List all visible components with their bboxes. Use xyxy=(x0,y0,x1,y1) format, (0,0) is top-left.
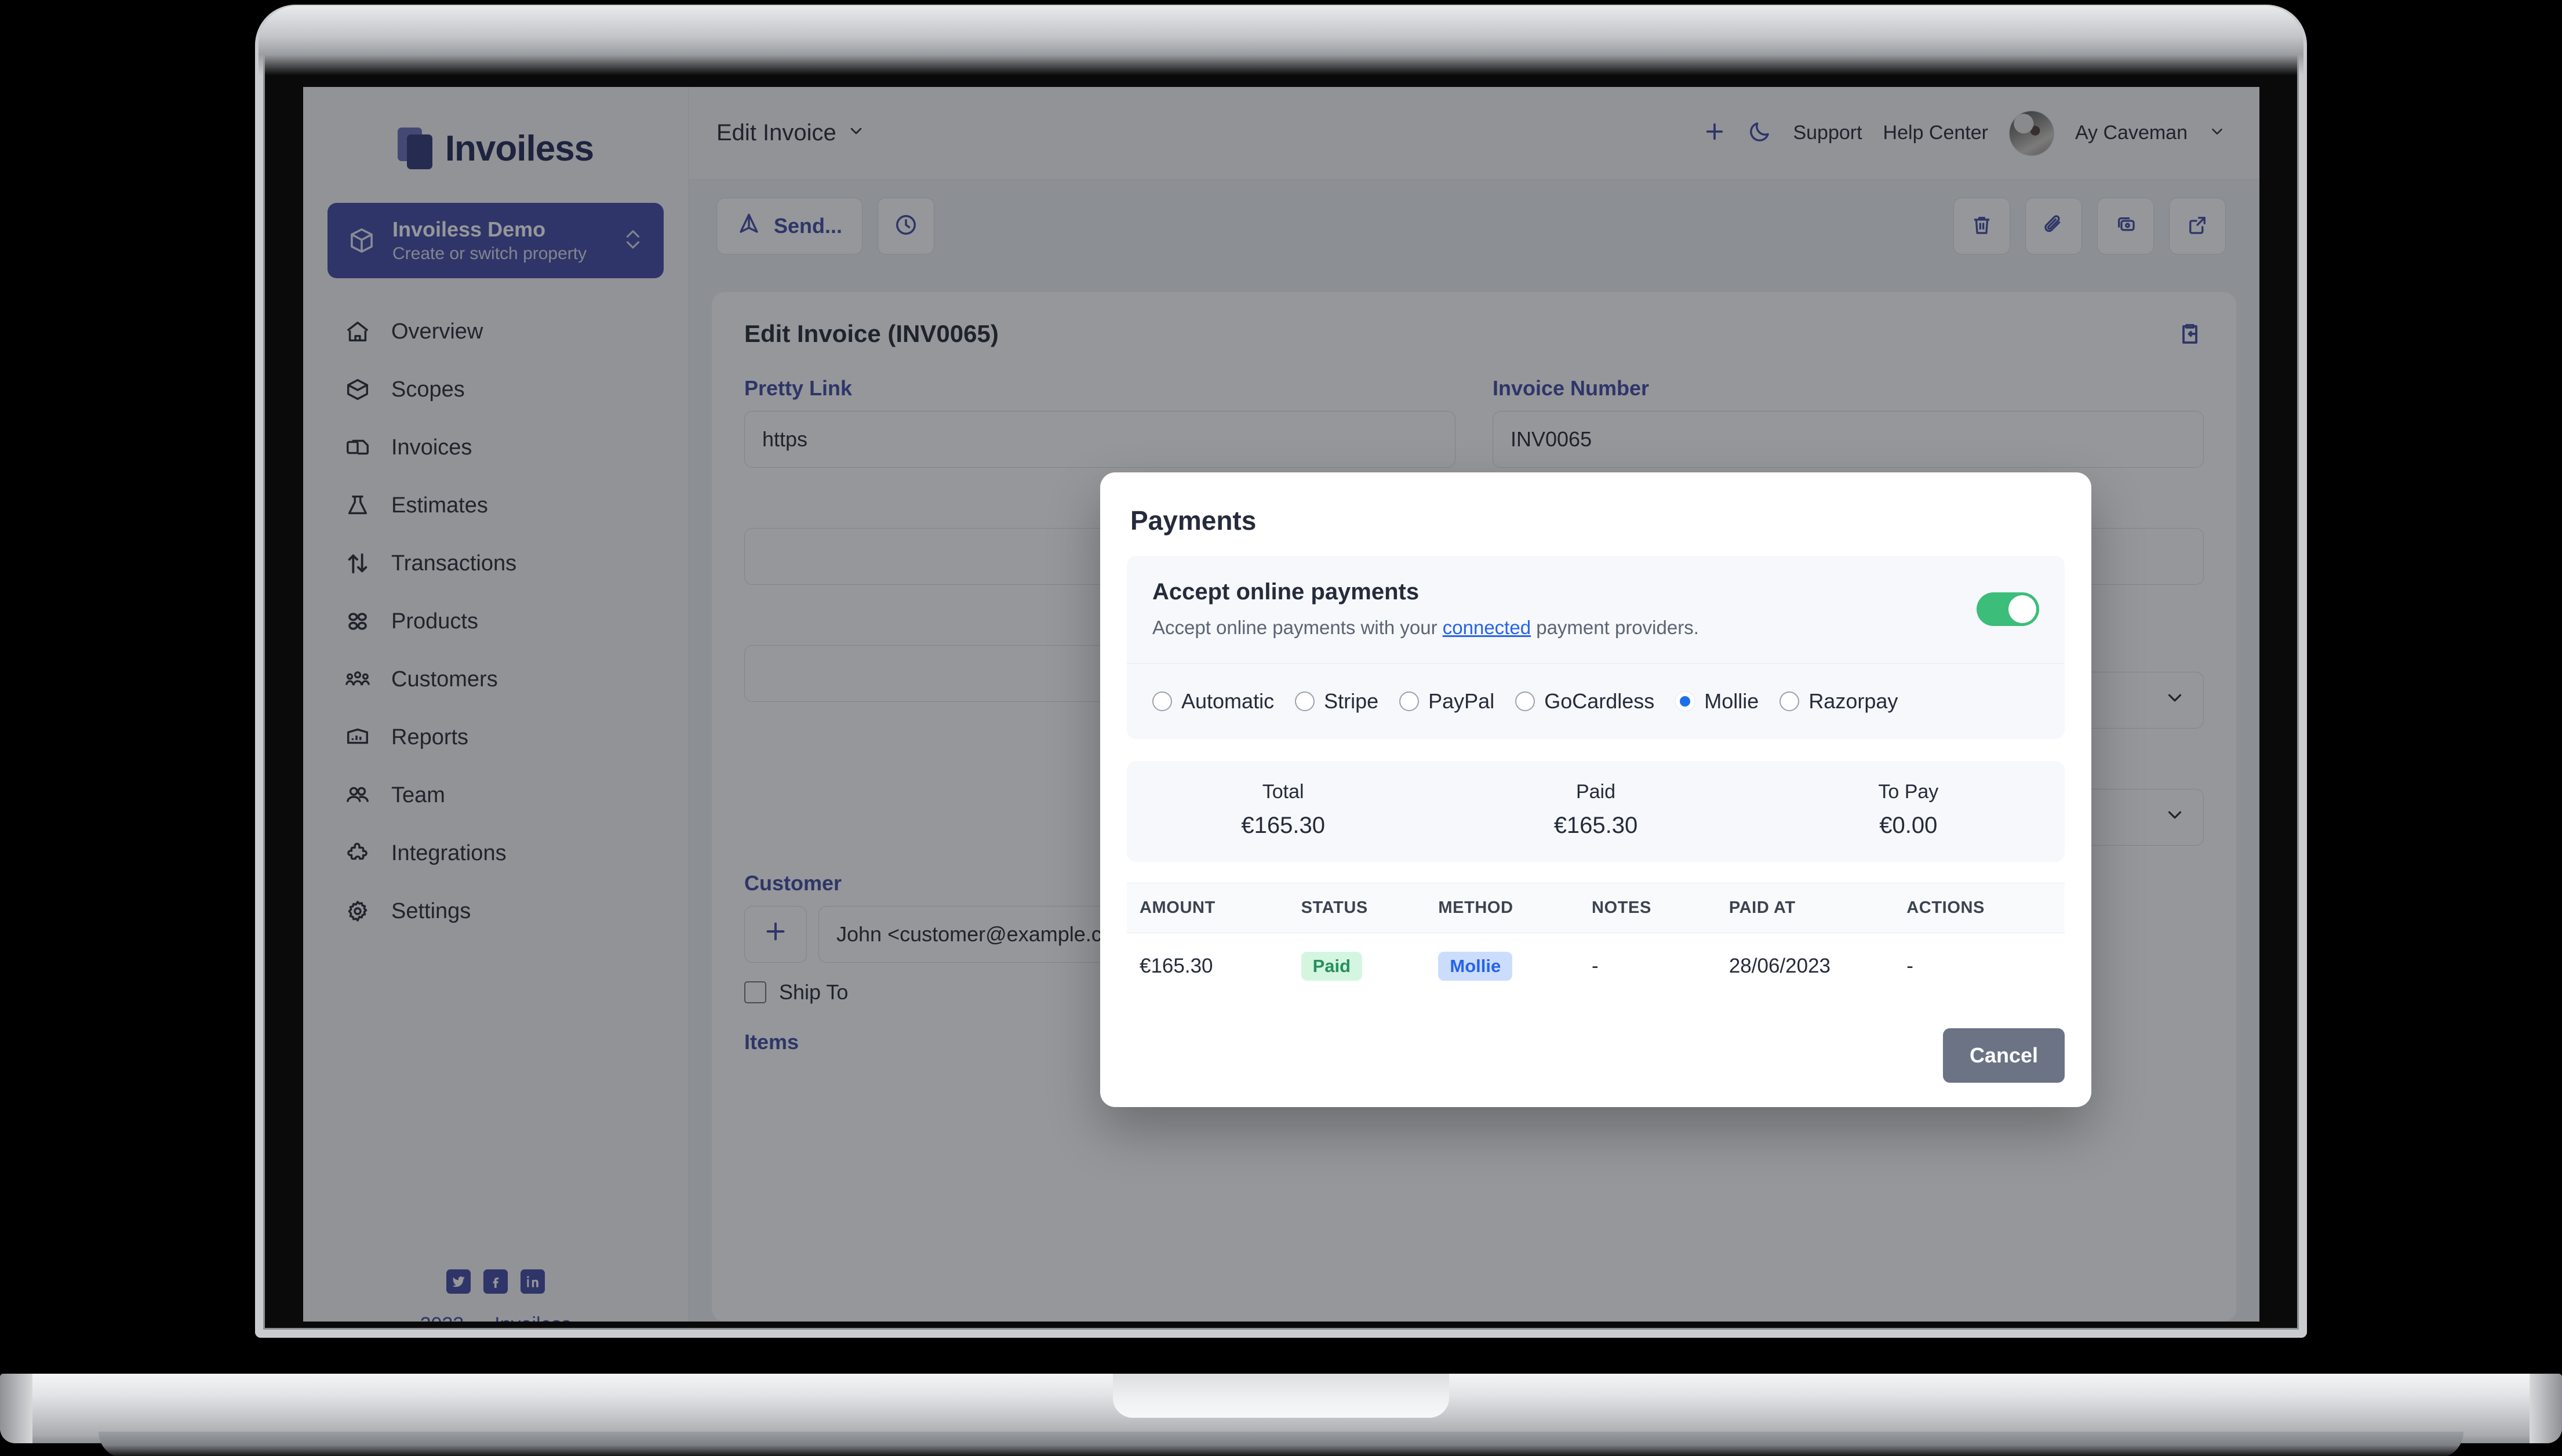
column-header-notes: NOTES xyxy=(1592,898,1651,917)
provider-label: GoCardless xyxy=(1544,689,1655,713)
to-pay-label: To Pay xyxy=(1878,781,1939,803)
accept-payments-description: Accept online payments with your connect… xyxy=(1152,617,1959,639)
provider-option-razorpay[interactable]: Razorpay xyxy=(1779,689,1898,714)
modal-title: Payments xyxy=(1130,505,1257,536)
payments-modal: Payments Accept online payments Accept o… xyxy=(1100,472,2091,1107)
radio-icon xyxy=(1515,691,1535,711)
connected-link[interactable]: connected xyxy=(1443,617,1531,638)
paid-label: Paid xyxy=(1575,781,1616,803)
provider-label: PayPal xyxy=(1428,689,1495,713)
accept-text-after: payment providers. xyxy=(1531,617,1699,638)
provider-option-stripe[interactable]: Stripe xyxy=(1295,689,1378,714)
payments-table: AMOUNT STATUS METHOD NOTES PAID AT ACTIO… xyxy=(1127,883,2065,999)
cell-actions: - xyxy=(1906,955,1913,977)
cell-notes: - xyxy=(1592,955,1599,977)
method-badge: Mollie xyxy=(1438,952,1513,981)
laptop-base-right-edge xyxy=(2530,1374,2562,1443)
provider-label: Automatic xyxy=(1181,689,1275,713)
provider-label: Mollie xyxy=(1704,689,1759,713)
provider-label: Stripe xyxy=(1324,689,1379,713)
provider-option-automatic[interactable]: Automatic xyxy=(1152,689,1274,714)
paid-value: €165.30 xyxy=(1553,813,1638,838)
total-block: Total €165.30 xyxy=(1127,781,1439,839)
to-pay-value: €0.00 xyxy=(1879,813,1938,838)
provider-option-paypal[interactable]: PayPal xyxy=(1399,689,1494,714)
total-value: €165.30 xyxy=(1241,813,1325,838)
radio-icon xyxy=(1295,691,1315,711)
column-header-method: METHOD xyxy=(1438,898,1513,917)
accept-payments-row: Accept online payments Accept online pay… xyxy=(1127,556,2065,664)
provider-label: Razorpay xyxy=(1808,689,1898,713)
cell-status: Paid xyxy=(1301,952,1439,981)
radio-icon-selected xyxy=(1675,691,1695,711)
column-header-status: STATUS xyxy=(1301,898,1368,917)
cell-paid-at: 28/06/2023 xyxy=(1728,955,1830,977)
accept-payments-heading: Accept online payments xyxy=(1152,579,1420,605)
toggle-knob xyxy=(2008,595,2036,623)
laptop-base-shadow xyxy=(99,1432,2463,1456)
accept-payments-toggle[interactable] xyxy=(1977,592,2039,626)
cancel-button[interactable]: Cancel xyxy=(1942,1028,2065,1083)
provider-option-mollie[interactable]: Mollie xyxy=(1675,689,1759,714)
accept-payments-panel: Accept online payments Accept online pay… xyxy=(1127,556,2065,739)
paid-block: Paid €165.30 xyxy=(1439,781,1752,839)
status-badge: Paid xyxy=(1301,952,1363,981)
radio-icon xyxy=(1399,691,1420,711)
payment-totals: Total €165.30 Paid €165.30 To Pay €0.00 xyxy=(1127,761,2065,862)
cell-method: Mollie xyxy=(1438,952,1592,981)
accept-text-before: Accept online payments with your xyxy=(1152,617,1443,638)
table-header-row: AMOUNT STATUS METHOD NOTES PAID AT ACTIO… xyxy=(1127,883,2065,933)
column-header-actions: ACTIONS xyxy=(1906,898,1985,917)
modal-header: Payments xyxy=(1100,472,2091,556)
total-label: Total xyxy=(1262,781,1304,803)
cell-amount: €165.30 xyxy=(1140,955,1213,977)
column-header-amount: AMOUNT xyxy=(1140,898,1216,917)
radio-icon xyxy=(1779,691,1800,711)
table-row: €165.30 Paid Mollie - 28/06/2023 - xyxy=(1127,933,2065,999)
radio-icon xyxy=(1152,691,1172,711)
payment-providers-group: Automatic Stripe PayPal GoCardless Molli… xyxy=(1127,664,2065,739)
laptop-lid-sheen xyxy=(259,6,2303,75)
laptop-screen: Invoiless Invoiless Demo Create or switc… xyxy=(303,87,2259,1322)
laptop-base-left-edge xyxy=(0,1374,32,1443)
to-pay-block: To Pay €0.00 xyxy=(1752,781,2065,839)
provider-option-gocardless[interactable]: GoCardless xyxy=(1515,689,1654,714)
column-header-paid-at: PAID AT xyxy=(1728,898,1796,917)
laptop-base-notch xyxy=(1113,1374,1449,1418)
screenshot-stage: Invoiless Invoiless Demo Create or switc… xyxy=(0,0,2562,1456)
modal-footer: Cancel xyxy=(1942,1028,2065,1083)
